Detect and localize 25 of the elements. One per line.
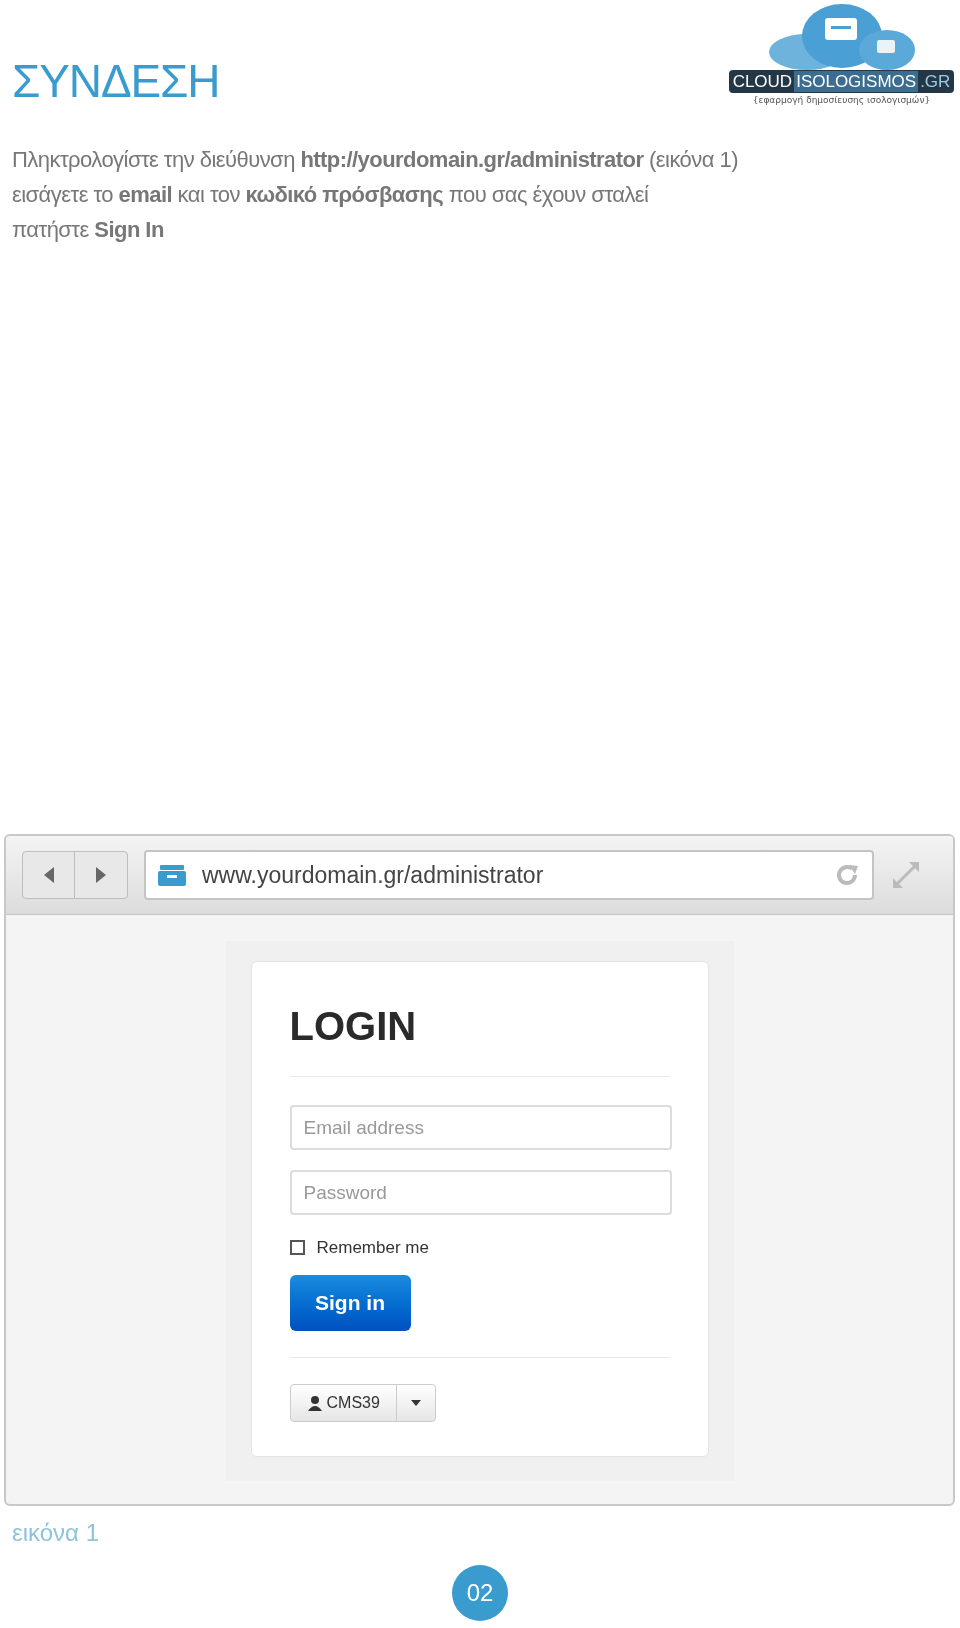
cabinet-icon — [158, 864, 186, 886]
instruction-text: πατήστε Sign In — [12, 215, 165, 244]
logo-text: ISOLOGISMOS — [794, 71, 919, 93]
caret-icon — [410, 1399, 421, 1406]
url-text: www.yourdomain.gr/administrator — [202, 860, 545, 890]
remember-checkbox[interactable] — [289, 1240, 305, 1256]
user-menu-button[interactable]: CMS39 — [289, 1383, 436, 1422]
login-title: LOGIN — [289, 1006, 418, 1046]
cloud-logo-icon — [766, 4, 917, 70]
page-heading: ΣΥΝΔΕΣΗ — [12, 58, 220, 104]
password-field[interactable]: Password — [289, 1170, 672, 1215]
instruction-text: εισάγετε το email και τον κωδικό πρόσβασης που σας έχουν σταλεί — [12, 180, 650, 209]
user-icon — [306, 1394, 323, 1411]
user-name: CMS39 — [326, 1392, 380, 1413]
figure-caption: εικόνα 1 — [12, 1518, 99, 1548]
sign-in-button[interactable]: Sign in — [289, 1274, 411, 1331]
page-number: 02 — [452, 1565, 508, 1621]
forward-icon — [94, 866, 108, 884]
logo-text: .GR — [920, 71, 951, 93]
instruction-text: Πληκτρολογίστε την διεύθυνση http://yourdomain.gr/administrator (εικόνα 1) — [12, 145, 739, 174]
email-field[interactable]: Email address — [289, 1105, 672, 1150]
logo-text: CLOUD — [732, 71, 793, 93]
remember-label: Remember me — [316, 1237, 429, 1259]
logo-tagline: {εφαρμογή δημοσίευσης ισολογισμών} — [752, 94, 931, 108]
address-bar[interactable]: www.yourdomain.gr/administrator — [144, 850, 874, 900]
